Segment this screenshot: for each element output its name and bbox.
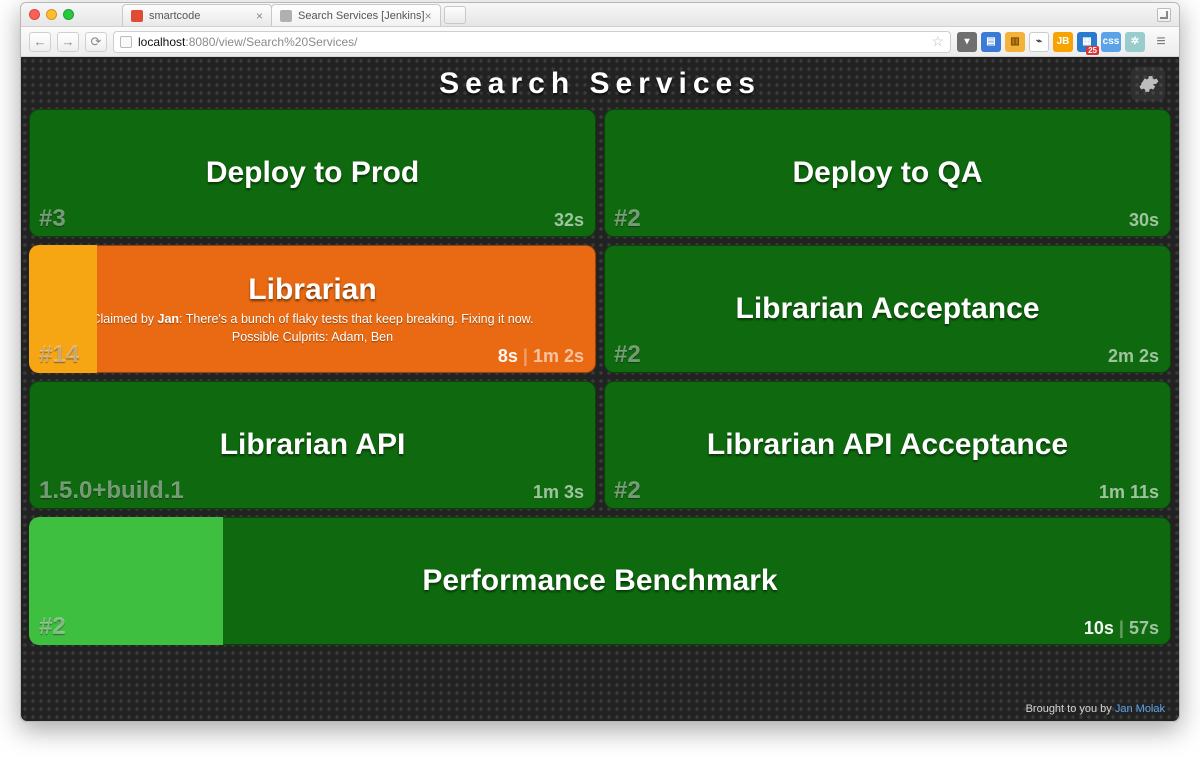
build-grid: Deploy to Prod #3 32s Deploy to QA #2 30s Libr…	[29, 109, 1171, 645]
build-number: #14	[39, 341, 79, 369]
build-timing: 2m 2s	[1108, 346, 1159, 367]
calendar-extension-icon[interactable]: ▦ 25	[1077, 32, 1097, 52]
zoom-window-button[interactable]	[63, 9, 74, 20]
minimize-window-button[interactable]	[46, 9, 57, 20]
page-icon	[120, 36, 132, 48]
tab-favicon	[280, 10, 292, 22]
build-number: #2	[614, 341, 641, 369]
mask-extension-icon[interactable]: ⌁	[1029, 32, 1049, 52]
build-number: 1.5.0+build.1	[39, 477, 184, 505]
forward-button[interactable]: →	[57, 32, 79, 52]
build-timing: 1m 11s	[1099, 482, 1159, 503]
build-card-librarian[interactable]: Librarian Claimed by Jan: There's a bunch…	[29, 245, 596, 373]
url-path: /view/Search%20Services/	[215, 35, 357, 49]
close-window-button[interactable]	[29, 9, 40, 20]
url-host: localhost	[138, 35, 185, 49]
gear-icon	[1137, 73, 1159, 95]
chrome-menu-button[interactable]: ≡	[1151, 33, 1171, 51]
build-duration: 30s	[1129, 210, 1159, 230]
card-title: Performance Benchmark	[422, 565, 777, 597]
build-card-deploy-qa[interactable]: Deploy to QA #2 30s	[604, 109, 1171, 237]
build-card-librarian-api-acceptance[interactable]: Librarian API Acceptance #2 1m 11s	[604, 381, 1171, 509]
build-card-perf-bench[interactable]: Performance Benchmark #2 10s | 57s	[29, 517, 1171, 645]
build-eta: 8s	[498, 346, 518, 366]
build-timing: 30s	[1129, 210, 1159, 231]
card-body: Librarian Acceptance	[736, 293, 1040, 325]
build-duration: 1m 11s	[1099, 482, 1159, 502]
build-card-deploy-prod[interactable]: Deploy to Prod #3 32s	[29, 109, 596, 237]
build-number: #2	[614, 205, 641, 233]
reload-button[interactable]: ⟳	[85, 32, 107, 52]
card-culprits: Possible Culprits: Adam, Ben	[232, 330, 393, 344]
tab-close-icon[interactable]: ×	[425, 9, 432, 23]
window-titlebar: smartcode×Search Services [Jenkins]×	[21, 3, 1179, 27]
tab-title: smartcode	[149, 10, 200, 22]
card-claim: Claimed by Jan: There's a bunch of flaky…	[92, 312, 534, 326]
new-tab-button[interactable]	[444, 6, 466, 24]
settings-button[interactable]	[1131, 67, 1165, 101]
url-text: localhost:8080/view/Search%20Services/	[138, 35, 357, 49]
browser-tab[interactable]: smartcode ×	[122, 4, 272, 26]
build-eta: 10s	[1084, 618, 1114, 638]
card-body: Librarian Claimed by Jan: There's a bunch…	[92, 274, 534, 344]
card-body: Deploy to Prod	[206, 157, 419, 189]
card-title: Deploy to QA	[792, 157, 982, 189]
card-body: Performance Benchmark	[422, 565, 777, 597]
globe-extension-icon[interactable]: ✲	[1125, 32, 1145, 52]
url-port: :8080	[185, 35, 215, 49]
calendar-badge: 25	[1086, 46, 1099, 55]
build-duration: 2m 2s	[1108, 346, 1159, 366]
jb-extension-icon[interactable]: JB	[1053, 32, 1073, 52]
card-title: Librarian	[248, 274, 376, 306]
build-card-librarian-api[interactable]: Librarian API 1.5.0+build.1 1m 3s	[29, 381, 596, 509]
browser-tab[interactable]: Search Services [Jenkins]×	[271, 4, 441, 26]
build-duration: 1m 3s	[533, 482, 584, 502]
window-traffic-lights	[29, 9, 74, 20]
footer: Brought to you by Jan Molak	[1026, 703, 1165, 715]
build-number: #2	[614, 477, 641, 505]
build-duration: 1m 2s	[533, 346, 584, 366]
tab-title: Search Services [Jenkins]	[298, 10, 425, 22]
layers-extension-icon[interactable]: ▥	[1005, 32, 1025, 52]
build-card-librarian-acceptance[interactable]: Librarian Acceptance #2 2m 2s	[604, 245, 1171, 373]
tab-close-icon[interactable]: ×	[256, 9, 263, 23]
address-bar[interactable]: localhost:8080/view/Search%20Services/ ☆	[113, 31, 951, 53]
dashboard-viewport: Search Services Deploy to Prod#332sDeplo…	[21, 57, 1179, 721]
browser-window: smartcode×Search Services [Jenkins]× ← →…	[20, 2, 1180, 722]
build-timing: 8s | 1m 2s	[498, 346, 584, 367]
browser-toolbar: ← → ⟳ localhost:8080/view/Search%20Servi…	[21, 27, 1179, 57]
build-timing: 32s	[554, 210, 584, 231]
build-number: #2	[39, 613, 66, 641]
back-button[interactable]: ←	[29, 32, 51, 52]
card-body: Librarian API Acceptance	[707, 429, 1068, 461]
card-body: Deploy to QA	[792, 157, 982, 189]
card-body: Librarian API	[220, 429, 406, 461]
page-title: Search Services	[29, 61, 1171, 109]
expand-window-button[interactable]	[1157, 8, 1171, 22]
css-extension-icon[interactable]: css	[1101, 32, 1121, 52]
build-number: #3	[39, 205, 66, 233]
card-title: Deploy to Prod	[206, 157, 419, 189]
build-duration: 57s	[1129, 618, 1159, 638]
extension-tray: ▾ ▤ ▥ ⌁ JB ▦ 25 css ✲	[957, 32, 1145, 52]
browser-tabs: smartcode×Search Services [Jenkins]×	[122, 3, 440, 26]
card-title: Librarian API Acceptance	[707, 429, 1068, 461]
footer-link[interactable]: Jan Molak	[1115, 703, 1165, 715]
wallet-extension-icon[interactable]: ▤	[981, 32, 1001, 52]
build-timing: 1m 3s	[533, 482, 584, 503]
footer-text: Brought to you by	[1026, 703, 1115, 715]
bookmark-star-icon[interactable]: ☆	[931, 33, 944, 50]
card-title: Librarian Acceptance	[736, 293, 1040, 325]
build-duration: 32s	[554, 210, 584, 230]
card-title: Librarian API	[220, 429, 406, 461]
build-timing: 10s | 57s	[1084, 618, 1159, 639]
pocket-extension-icon[interactable]: ▾	[957, 32, 977, 52]
tab-favicon	[131, 10, 143, 22]
